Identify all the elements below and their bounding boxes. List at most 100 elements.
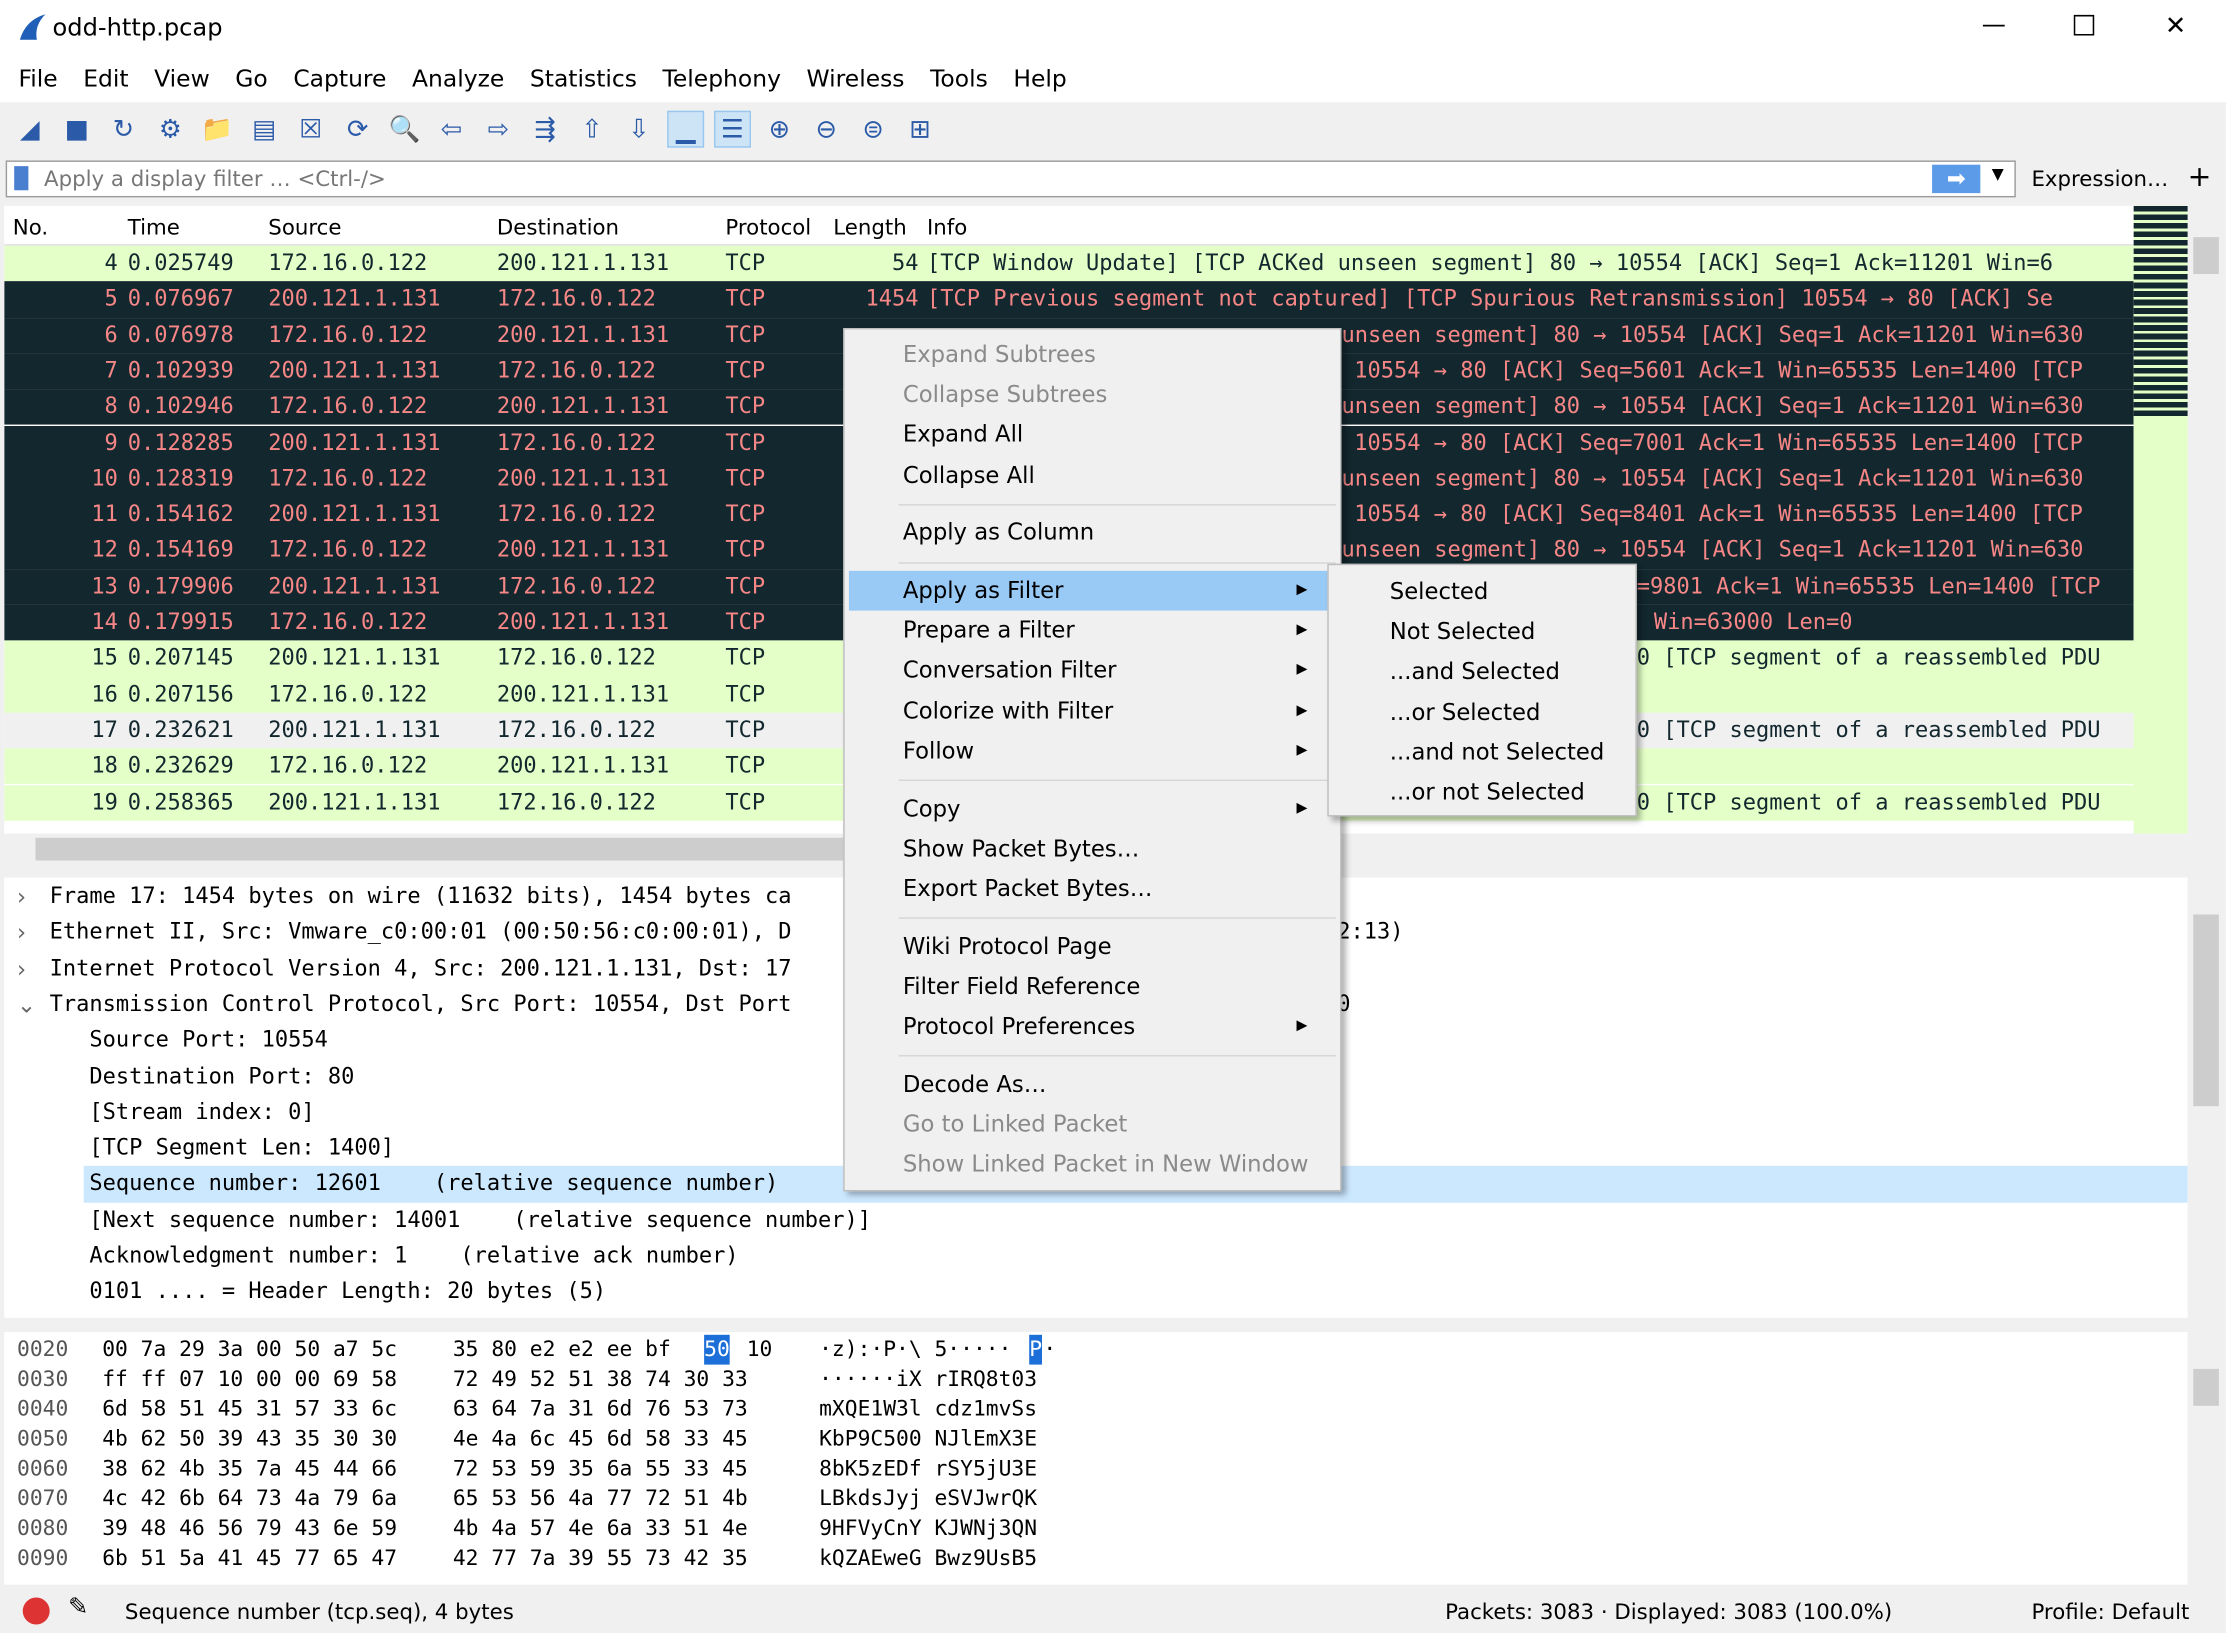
- context-menu-expand-subtrees[interactable]: Expand Subtrees: [849, 335, 1336, 375]
- detail-tree-item[interactable]: Sequence number: 12601 (relative sequenc…: [89, 1166, 778, 1202]
- close-file-icon[interactable]: ☒: [292, 111, 329, 148]
- menu-view[interactable]: View: [141, 60, 222, 103]
- stop-icon[interactable]: ■: [58, 111, 95, 148]
- submenu-item[interactable]: ...or Selected: [1333, 692, 1637, 732]
- submenu-item[interactable]: ...and Selected: [1333, 652, 1637, 692]
- menu-help[interactable]: Help: [1001, 60, 1080, 103]
- column-header-destination[interactable]: Destination: [497, 214, 619, 240]
- edit-comment-icon[interactable]: ✎: [68, 1593, 88, 1621]
- packet-minimap[interactable]: [2133, 205, 2188, 834]
- context-menu-prepare-a-filter[interactable]: Prepare a Filter ▶: [849, 611, 1336, 651]
- context-menu-expand-all[interactable]: Expand All: [849, 415, 1336, 455]
- context-menu-colorize-with-filter[interactable]: Colorize with Filter ▶: [849, 691, 1336, 731]
- menu-telephony[interactable]: Telephony: [650, 60, 794, 103]
- context-menu-decode-as[interactable]: Decode As…: [849, 1065, 1336, 1105]
- submenu-item[interactable]: ...or not Selected: [1333, 772, 1637, 812]
- resize-columns-icon[interactable]: ⊞: [901, 111, 938, 148]
- expand-chevron-icon[interactable]: ›: [17, 915, 26, 951]
- packet-bytes-pane[interactable]: 0020 00 7a 29 3a 00 50 a7 5c 35 80 e2 e2 e…: [4, 1331, 2188, 1585]
- context-menu-apply-as-column[interactable]: Apply as Column: [849, 513, 1336, 553]
- detail-tree-item[interactable]: Ethernet II, Src: Vmware_c0:00:01 (00:50…: [50, 915, 792, 951]
- reload-icon[interactable]: ⟳: [339, 111, 376, 148]
- column-header-length[interactable]: Length: [833, 214, 906, 240]
- context-menu-wiki-protocol-page[interactable]: Wiki Protocol Page: [849, 927, 1336, 967]
- apply-filter-arrow-icon[interactable]: ➡: [1932, 164, 1981, 194]
- filter-dropdown-icon[interactable]: ▼: [1992, 165, 2004, 183]
- restart-icon[interactable]: ↻: [105, 111, 142, 148]
- context-menu-show-packet-bytes[interactable]: Show Packet Bytes…: [849, 829, 1336, 869]
- context-menu-show-linked-packet-in-new-window[interactable]: Show Linked Packet in New Window: [849, 1145, 1336, 1185]
- back-arrow-icon[interactable]: ⇦: [433, 111, 470, 148]
- filter-input[interactable]: Apply a display filter … <Ctrl-/>: [44, 166, 386, 192]
- context-menu-protocol-preferences[interactable]: Protocol Preferences ▶: [849, 1007, 1336, 1047]
- menu-file[interactable]: File: [6, 60, 71, 103]
- colorize-icon[interactable]: ☰: [714, 110, 751, 148]
- options-gear-icon[interactable]: ⚙: [152, 111, 189, 148]
- detail-tree-item[interactable]: Frame 17: 1454 bytes on wire (11632 bits…: [50, 879, 792, 915]
- column-header-source[interactable]: Source: [268, 214, 341, 240]
- normal-size-icon[interactable]: ⊜: [855, 111, 892, 148]
- menu-wireless[interactable]: Wireless: [794, 60, 918, 103]
- menu-analyze[interactable]: Analyze: [399, 60, 517, 103]
- detail-tree-item[interactable]: [Next sequence number: 14001 (relative s…: [89, 1202, 871, 1238]
- zoom-out-icon[interactable]: ⊖: [808, 111, 845, 148]
- column-header-protocol[interactable]: Protocol: [725, 214, 811, 240]
- bytes-scrollbar[interactable]: [2189, 1331, 2224, 1585]
- detail-tree-item[interactable]: [Stream index: 0]: [89, 1095, 314, 1131]
- menu-statistics[interactable]: Statistics: [517, 60, 650, 103]
- collapse-chevron-icon[interactable]: ⌄: [17, 987, 36, 1023]
- menu-capture[interactable]: Capture: [281, 60, 400, 103]
- column-header-time[interactable]: Time: [128, 214, 180, 240]
- packet-src: 200.121.1.131: [268, 285, 441, 312]
- detail-tree-item[interactable]: [TCP Segment Len: 1400]: [89, 1130, 394, 1166]
- packet-list-scrollbar[interactable]: [2189, 205, 2224, 834]
- find-icon[interactable]: 🔍: [386, 111, 423, 148]
- zoom-in-icon[interactable]: ⊕: [761, 111, 798, 148]
- go-to-packet-icon[interactable]: ⇶: [527, 111, 564, 148]
- close-button[interactable]: ✕: [2165, 11, 2186, 41]
- detail-tree-item[interactable]: Acknowledgment number: 1 (relative ack n…: [89, 1238, 738, 1274]
- packet-row[interactable]: 4 0.025749 172.16.0.122 200.121.1.131 TCP 54 […: [4, 245, 2134, 282]
- menu-go[interactable]: Go: [223, 60, 281, 103]
- save-file-icon[interactable]: ▤: [246, 111, 283, 148]
- first-packet-icon[interactable]: ⇧: [574, 111, 611, 148]
- autoscroll-icon[interactable]: ▁: [667, 110, 705, 148]
- packet-row[interactable]: 5 0.076967 200.121.1.131 172.16.0.122 TCP 145…: [4, 281, 2134, 318]
- detail-tree-item[interactable]: Source Port: 10554: [89, 1023, 327, 1059]
- column-header-info[interactable]: Info: [927, 214, 967, 240]
- menu-tools[interactable]: Tools: [917, 60, 1000, 103]
- expand-chevron-icon[interactable]: ›: [17, 879, 26, 915]
- shark-fin-start-icon[interactable]: ◢: [11, 111, 48, 148]
- status-profile[interactable]: Profile: Default: [2031, 1599, 2189, 1625]
- column-header-no[interactable]: No.: [13, 214, 48, 240]
- details-scrollbar[interactable]: [2189, 877, 2224, 1318]
- last-packet-icon[interactable]: ⇩: [620, 111, 657, 148]
- forward-arrow-icon[interactable]: ⇨: [480, 111, 517, 148]
- add-filter-button[interactable]: +: [2188, 159, 2212, 193]
- context-menu-collapse-subtrees[interactable]: Collapse Subtrees: [849, 375, 1336, 415]
- context-menu-conversation-filter[interactable]: Conversation Filter ▶: [849, 651, 1336, 691]
- detail-tree-item[interactable]: Internet Protocol Version 4, Src: 200.12…: [50, 951, 792, 987]
- submenu-item[interactable]: ...and not Selected: [1333, 732, 1637, 772]
- expert-info-icon[interactable]: [22, 1597, 50, 1625]
- context-menu-export-packet-bytes[interactable]: Export Packet Bytes…: [849, 869, 1336, 909]
- detail-tree-item[interactable]: Destination Port: 80: [89, 1059, 354, 1095]
- open-folder-icon[interactable]: 📁: [199, 111, 236, 148]
- maximize-button[interactable]: ☐: [2071, 9, 2096, 43]
- detail-tree-item[interactable]: Transmission Control Protocol, Src Port:…: [50, 987, 792, 1023]
- context-menu-filter-field-reference[interactable]: Filter Field Reference: [849, 967, 1336, 1007]
- submenu-item[interactable]: Selected: [1333, 572, 1637, 612]
- menu-edit[interactable]: Edit: [70, 60, 141, 103]
- context-menu-copy[interactable]: Copy ▶: [849, 789, 1336, 829]
- context-menu-apply-as-filter[interactable]: Apply as Filter ▶: [848, 570, 1336, 611]
- submenu-item[interactable]: Not Selected: [1333, 612, 1637, 652]
- context-menu-collapse-all[interactable]: Collapse All: [849, 455, 1336, 495]
- bookmark-icon[interactable]: [14, 166, 29, 191]
- display-filter-bar[interactable]: Apply a display filter … <Ctrl-/> ➡ ▼: [5, 160, 2016, 198]
- minimize-button[interactable]: —: [1982, 11, 2006, 39]
- expression-button[interactable]: Expression…: [2031, 166, 2168, 192]
- detail-tree-item[interactable]: 0101 .... = Header Length: 20 bytes (5): [89, 1274, 606, 1310]
- expand-chevron-icon[interactable]: ›: [17, 951, 26, 987]
- context-menu-follow[interactable]: Follow ▶: [849, 731, 1336, 771]
- context-menu-go-to-linked-packet[interactable]: Go to Linked Packet: [849, 1105, 1336, 1145]
